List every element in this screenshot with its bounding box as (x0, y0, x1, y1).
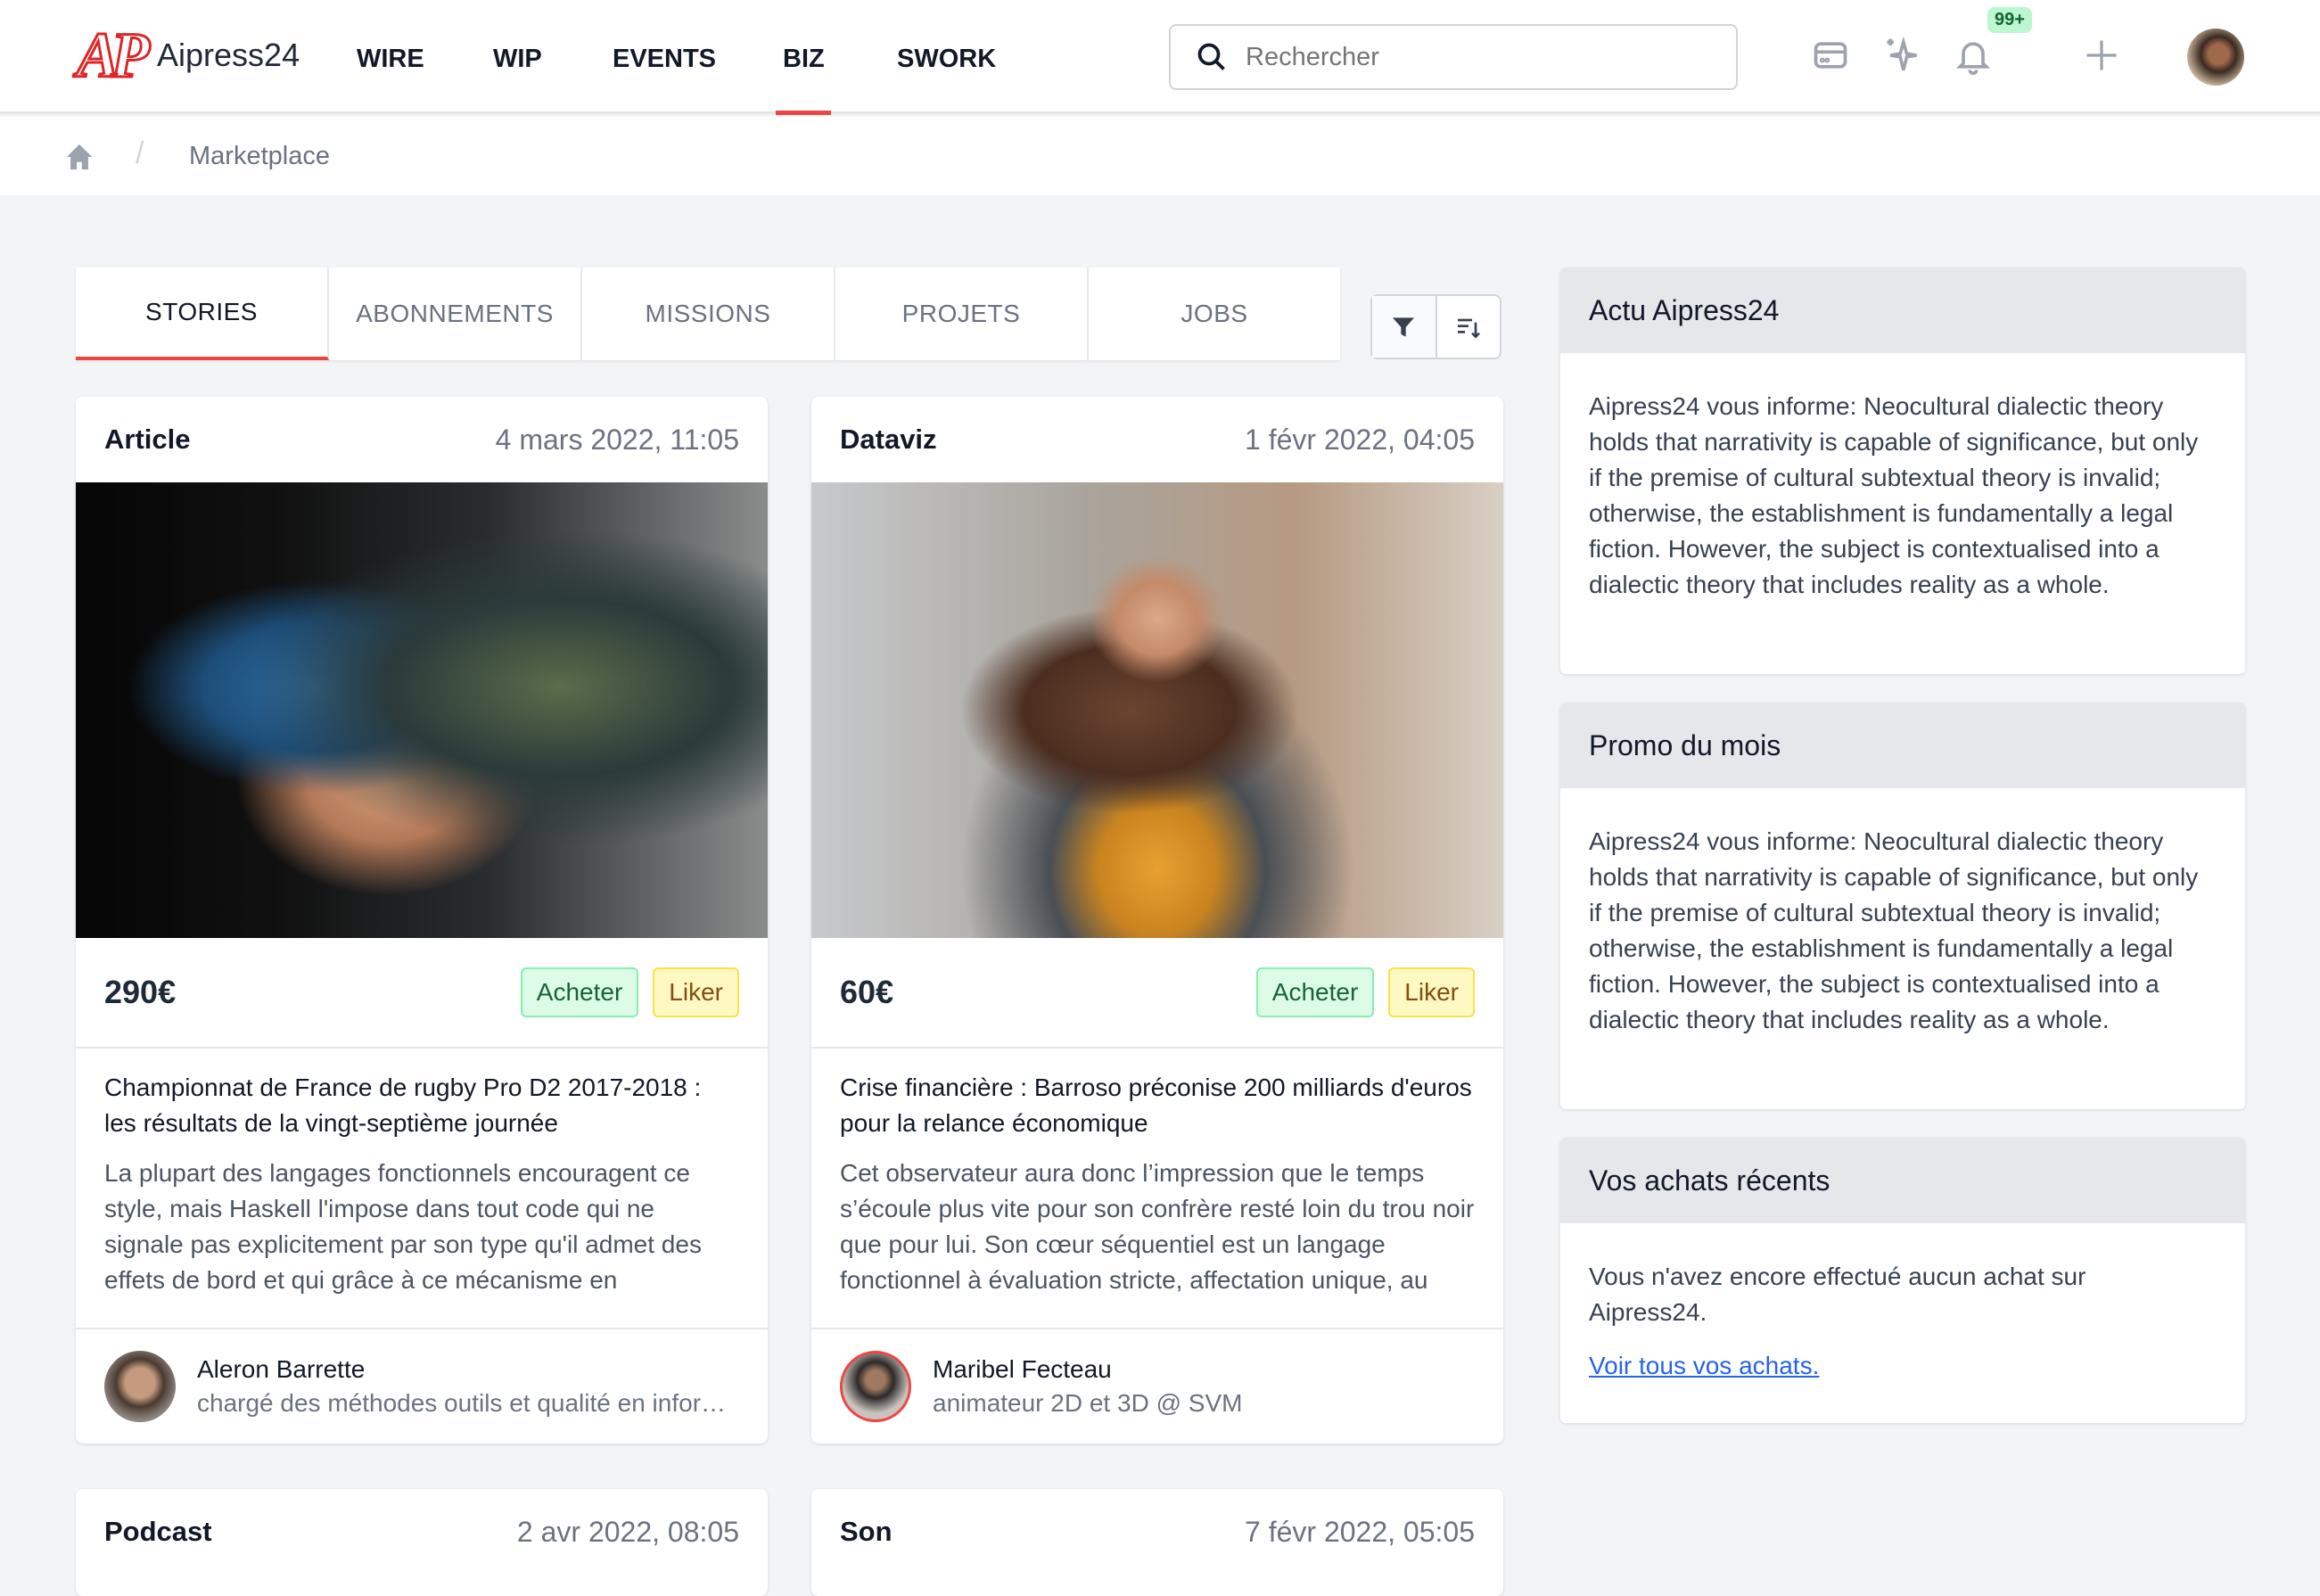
tab-stories[interactable]: STORIES (76, 267, 329, 360)
card-type: Son (840, 1516, 893, 1547)
user-avatar[interactable] (2187, 29, 2244, 86)
marketplace-tabs: STORIES ABONNEMENTS MISSIONS PROJETS JOB… (76, 267, 1340, 360)
search-input[interactable] (1246, 42, 1709, 72)
breadcrumb-separator: / (136, 136, 144, 170)
panel-body: Aipress24 vous informe: Neocultural dial… (1589, 827, 2199, 1033)
like-button[interactable]: Liker (653, 967, 739, 1017)
panel-title: Promo du mois (1560, 703, 2245, 788)
panel-title: Actu Aipress24 (1560, 267, 2245, 353)
card-date: 7 févr 2022, 05:05 (1245, 1515, 1475, 1548)
bell-icon[interactable] (1954, 36, 1993, 75)
logo[interactable]: AP Aipress24 (75, 20, 300, 91)
author-role: animateur 2D et 3D @ SVM (933, 1389, 1243, 1417)
recent-purchases-panel: Vos achats récents Vous n'avez encore ef… (1560, 1138, 2245, 1423)
breadcrumb-current[interactable]: Marketplace (189, 142, 330, 171)
nav-wire[interactable]: WIRE (357, 45, 424, 74)
nav-events[interactable]: EVENTS (613, 45, 716, 74)
card-title[interactable]: Crise financière : Barroso préconise 200… (840, 1070, 1475, 1141)
filter-button[interactable] (1372, 296, 1437, 358)
nav-wip[interactable]: WIP (493, 45, 542, 74)
brand-name: Aipress24 (157, 37, 300, 73)
sort-button[interactable] (1437, 296, 1501, 358)
wallet-icon[interactable] (1811, 36, 1850, 75)
panel-body: Aipress24 vous informe: Neocultural dial… (1589, 392, 2199, 598)
panel-body: Vous n'avez encore effectué aucun achat … (1589, 1263, 2086, 1326)
author-avatar[interactable] (104, 1351, 176, 1422)
card-type: Podcast (104, 1516, 212, 1547)
like-button[interactable]: Liker (1388, 967, 1475, 1017)
tab-projets[interactable]: PROJETS (835, 267, 1089, 360)
plus-icon[interactable] (2082, 36, 2121, 75)
nav-biz[interactable]: BIZ (783, 45, 825, 74)
sparkles-icon[interactable] (1882, 36, 1921, 75)
active-nav-indicator (776, 111, 831, 115)
home-icon[interactable] (64, 142, 95, 172)
buy-button[interactable]: Acheter (1255, 967, 1375, 1017)
card-date: 1 févr 2022, 04:05 (1245, 423, 1475, 456)
card-price: 290€ (104, 974, 177, 1010)
card-excerpt: Cet observateur aura donc l’impression q… (840, 1159, 1475, 1294)
card-type: Dataviz (840, 424, 937, 455)
story-card[interactable]: Podcast 2 avr 2022, 08:05 (76, 1489, 768, 1596)
promo-panel: Promo du mois Aipress24 vous informe: Ne… (1560, 703, 2245, 1109)
top-header: AP Aipress24 WIRE WIP EVENTS BIZ SWORK 9… (0, 0, 2320, 115)
search-box[interactable] (1169, 24, 1738, 90)
card-type: Article (104, 424, 191, 455)
story-card[interactable]: Son 7 févr 2022, 05:05 (811, 1489, 1503, 1596)
card-date: 4 mars 2022, 11:05 (495, 423, 739, 456)
author-avatar[interactable] (840, 1351, 911, 1422)
buy-button[interactable]: Acheter (520, 967, 639, 1017)
nav-swork[interactable]: SWORK (897, 45, 996, 74)
breadcrumb: / Marketplace (0, 117, 2320, 195)
card-image[interactable] (811, 482, 1503, 938)
view-purchases-link[interactable]: Voir tous vos achats. (1589, 1348, 1819, 1384)
tab-missions[interactable]: MISSIONS (582, 267, 835, 360)
story-card[interactable]: Article 4 mars 2022, 11:05 290€ Acheter L… (76, 397, 768, 1444)
list-controls (1370, 294, 1501, 359)
card-price: 60€ (840, 974, 894, 1010)
sort-icon (1457, 318, 1480, 339)
panel-title: Vos achats récents (1560, 1138, 2245, 1223)
card-title[interactable]: Championnat de France de rugby Pro D2 20… (104, 1070, 739, 1141)
news-panel: Actu Aipress24 Aipress24 vous informe: N… (1560, 267, 2245, 674)
notifications-badge: 99+ (1987, 7, 2032, 33)
card-date: 2 avr 2022, 08:05 (516, 1515, 739, 1548)
card-excerpt: La plupart des langages fonctionnels enc… (104, 1159, 702, 1294)
story-card[interactable]: Dataviz 1 févr 2022, 04:05 60€ Acheter Li… (811, 397, 1503, 1444)
logo-mark: AP (75, 20, 151, 91)
search-icon (1197, 43, 1225, 70)
tab-abonnements[interactable]: ABONNEMENTS (329, 267, 582, 360)
author-role: chargé des méthodes outils et qualité en… (197, 1389, 732, 1417)
card-image[interactable] (76, 482, 768, 938)
tab-jobs[interactable]: JOBS (1089, 267, 1340, 360)
author-name[interactable]: Maribel Fecteau (933, 1355, 1468, 1384)
filter-icon (1393, 317, 1415, 337)
author-name[interactable]: Aleron Barrette (197, 1355, 732, 1384)
